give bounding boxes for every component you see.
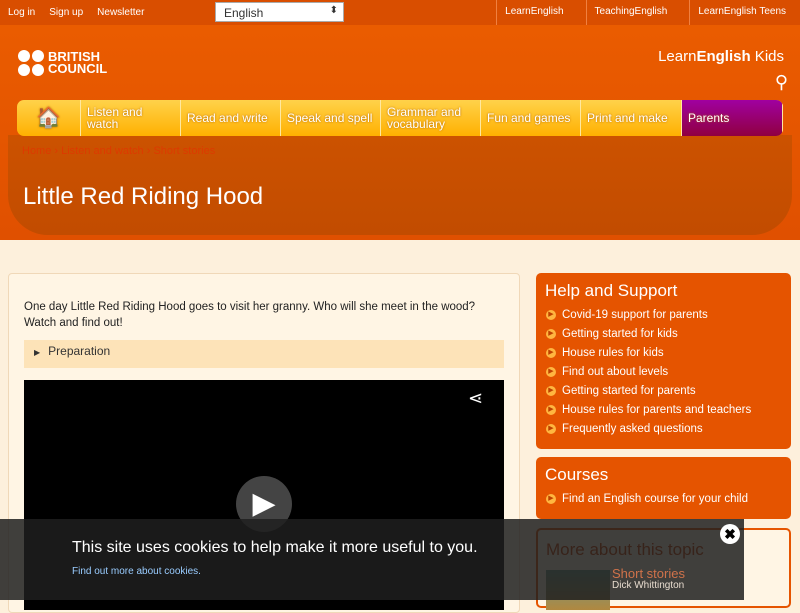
bullet-arrow-icon: ▶: [546, 309, 556, 320]
learnenglish-teens-link[interactable]: LearnEnglish Teens: [689, 0, 794, 25]
help-link-label: Frequently asked questions: [562, 422, 703, 435]
top-bar: Log in Sign up Newsletter English ⬍ Learn…: [0, 0, 800, 25]
help-link-label: Find out about levels: [562, 365, 669, 378]
nav-grammar-and-vocabulary[interactable]: Grammar and vocabulary: [381, 100, 481, 136]
bullet-arrow-icon: ▶: [546, 493, 556, 504]
help-link-label: Getting started for kids: [562, 327, 678, 340]
cookie-info-link[interactable]: Find out more about cookies.: [72, 566, 201, 577]
signup-link[interactable]: Sign up: [49, 7, 83, 18]
help-link[interactable]: ▶ House rules for kids: [546, 343, 791, 362]
british-council-logo[interactable]: BRITISH COUNCIL: [18, 50, 107, 76]
preparation-label: Preparation: [48, 344, 111, 358]
bullet-arrow-icon: ▶: [546, 347, 556, 358]
help-support-box: Help and Support ▶ Covid-19 support for p…: [536, 273, 791, 449]
help-link-label: Covid-19 support for parents: [562, 308, 708, 321]
logo-line2: COUNCIL: [48, 61, 108, 76]
page-title: Little Red Riding Hood: [23, 183, 264, 210]
learnenglish-link[interactable]: LearnEnglish: [496, 0, 571, 25]
help-link-label: Getting started for parents: [562, 384, 696, 397]
teachingenglish-link[interactable]: TeachingEnglish: [585, 0, 676, 25]
course-link-label: Find an English course for your child: [562, 492, 749, 505]
language-select[interactable]: English ⬍: [215, 2, 344, 22]
help-link-label: House rules for kids: [562, 346, 664, 359]
story-link[interactable]: Dick Whittington: [612, 580, 684, 591]
bullet-arrow-icon: ▶: [546, 366, 556, 377]
help-link[interactable]: ▶ Getting started for parents: [546, 381, 791, 400]
nav-listen-and-watch[interactable]: Listen and watch: [81, 100, 181, 136]
main-nav: 🏠 Listen and watch Read and write Speak …: [17, 100, 783, 136]
close-icon[interactable]: ✖: [720, 524, 740, 544]
category-link[interactable]: Short stories: [612, 566, 685, 581]
learnenglish-kids-logo[interactable]: LearnEnglish Kids: [658, 48, 784, 65]
bullet-arrow-icon: ▶: [546, 385, 556, 396]
help-link[interactable]: ▶ House rules for parents and teachers: [546, 400, 791, 419]
courses-box: Courses ▶ Find an English course for your…: [536, 457, 791, 519]
cookie-message: This site uses cookies to help make it m…: [72, 539, 478, 556]
help-title: Help and Support: [545, 281, 678, 300]
share-icon[interactable]: ⋖: [468, 388, 483, 409]
select-arrows-icon: ⬍: [329, 5, 338, 16]
help-link[interactable]: ▶ Covid-19 support for parents: [546, 305, 791, 324]
preparation-toggle[interactable]: ▶ Preparation: [24, 340, 504, 368]
nav-fun-and-games[interactable]: Fun and games: [481, 100, 581, 136]
help-link[interactable]: ▶ Getting started for kids: [546, 324, 791, 343]
help-link-label: House rules for parents and teachers: [562, 403, 752, 416]
triangle-right-icon: ▶: [34, 348, 41, 357]
newsletter-link[interactable]: Newsletter: [97, 7, 144, 18]
nav-speak-and-spell[interactable]: Speak and spell: [281, 100, 381, 136]
search-icon[interactable]: ⚲: [775, 72, 788, 93]
logo-kids: Kids: [750, 48, 784, 65]
nav-read-and-write[interactable]: Read and write: [181, 100, 281, 136]
bullet-arrow-icon: ▶: [546, 404, 556, 415]
courses-title: Courses: [545, 465, 609, 484]
logo-learn: Learn: [658, 48, 697, 65]
nav-parents[interactable]: Parents: [682, 100, 783, 136]
help-link[interactable]: ▶ Frequently asked questions: [546, 419, 791, 438]
login-link[interactable]: Log in: [8, 7, 35, 18]
breadcrumb[interactable]: Home › Listen and watch › Short stories: [22, 145, 215, 157]
logo-english: English: [696, 48, 751, 65]
course-link[interactable]: ▶ Find an English course for your child: [546, 489, 791, 508]
intro-text: One day Little Red Riding Hood goes to v…: [24, 301, 476, 329]
language-value: English: [224, 6, 264, 20]
home-icon[interactable]: 🏠: [17, 100, 81, 136]
help-link[interactable]: ▶ Find out about levels: [546, 362, 791, 381]
bullet-arrow-icon: ▶: [546, 328, 556, 339]
nav-print-and-make[interactable]: Print and make: [581, 100, 682, 136]
bullet-arrow-icon: ▶: [546, 423, 556, 434]
